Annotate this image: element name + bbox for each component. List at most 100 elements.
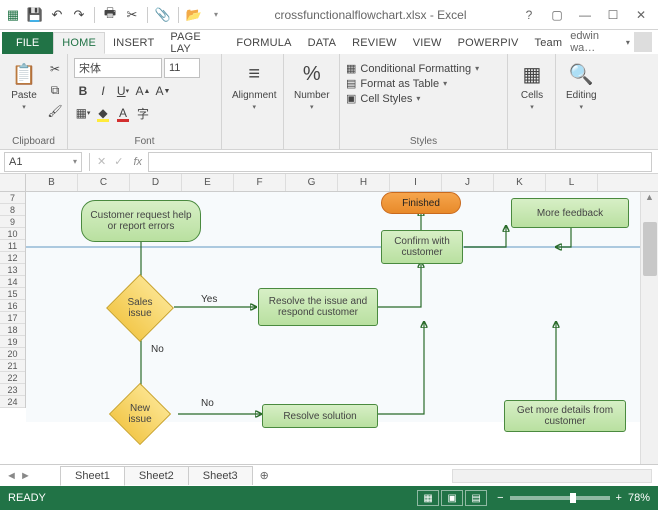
number-button[interactable]: %Number▾ <box>290 58 334 113</box>
tab-view[interactable]: VIEW <box>405 32 450 54</box>
tab-review[interactable]: REVIEW <box>344 32 405 54</box>
open-folder-icon[interactable]: 📂 <box>185 6 203 24</box>
row-header[interactable]: 18 <box>0 324 25 336</box>
shape-confirm[interactable]: Confirm with customer <box>381 230 463 264</box>
fill-color-button[interactable]: ◆ <box>94 104 112 122</box>
fx-icon[interactable]: fx <box>127 156 148 168</box>
font-size-select[interactable]: 11 <box>164 58 200 78</box>
page-break-view-button[interactable]: ▤ <box>465 490 487 506</box>
close-button[interactable]: ✕ <box>628 5 654 25</box>
format-painter-button[interactable]: 🖌 <box>46 102 64 120</box>
font-name-select[interactable]: 宋体 <box>74 58 162 78</box>
tab-team[interactable]: Team <box>527 32 571 54</box>
scrollbar-thumb[interactable] <box>643 222 657 276</box>
row-header[interactable]: 8 <box>0 204 25 216</box>
col-header[interactable]: J <box>442 174 494 191</box>
zoom-slider[interactable] <box>510 496 610 500</box>
row-header[interactable]: 22 <box>0 372 25 384</box>
row-header[interactable]: 19 <box>0 336 25 348</box>
conditional-formatting-button[interactable]: ▦Conditional Formatting▾ <box>346 62 479 75</box>
shape-resolve-respond[interactable]: Resolve the issue and respond customer <box>258 288 378 326</box>
sheet-tab-1[interactable]: Sheet1 <box>60 466 125 486</box>
qat-customize-icon[interactable]: ▾ <box>207 6 225 24</box>
paste-button[interactable]: 📋 Paste ▾ <box>6 58 42 113</box>
tab-file[interactable]: FILE <box>2 32 53 54</box>
decrease-font-button[interactable]: A▼ <box>154 82 172 100</box>
sheet-tab-2[interactable]: Sheet2 <box>124 466 189 485</box>
row-header[interactable]: 11 <box>0 240 25 252</box>
font-color-button[interactable]: A <box>114 104 132 122</box>
row-header[interactable]: 9 <box>0 216 25 228</box>
row-header[interactable]: 10 <box>0 228 25 240</box>
tab-insert[interactable]: INSERT <box>105 32 162 54</box>
phonetic-button[interactable]: 字 <box>134 104 152 122</box>
col-header[interactable]: H <box>338 174 390 191</box>
enter-formula-icon[interactable]: ✓ <box>110 155 127 168</box>
formula-input[interactable] <box>148 152 652 172</box>
italic-button[interactable]: I <box>94 82 112 100</box>
account-area[interactable]: edwin wa… ▾ <box>570 30 658 54</box>
shape-more-feedback[interactable]: More feedback <box>511 198 629 228</box>
row-header[interactable]: 20 <box>0 348 25 360</box>
attach-icon[interactable]: 📎 <box>154 6 172 24</box>
col-header[interactable]: F <box>234 174 286 191</box>
cells-button[interactable]: ▦Cells▾ <box>514 58 550 113</box>
row-header[interactable]: 15 <box>0 288 25 300</box>
borders-button[interactable]: ▦▾ <box>74 104 92 122</box>
cell-styles-button[interactable]: ▣Cell Styles▾ <box>346 92 479 105</box>
row-header[interactable]: 21 <box>0 360 25 372</box>
alignment-button[interactable]: ≡Alignment▾ <box>228 58 280 113</box>
increase-font-button[interactable]: A▲ <box>134 82 152 100</box>
help-icon[interactable]: ? <box>516 5 542 25</box>
maximize-button[interactable]: ☐ <box>600 5 626 25</box>
sheet-nav[interactable]: ◄ ► <box>6 470 31 482</box>
col-header[interactable]: K <box>494 174 546 191</box>
col-header[interactable]: B <box>26 174 78 191</box>
underline-button[interactable]: U▾ <box>114 82 132 100</box>
row-header[interactable]: 13 <box>0 264 25 276</box>
row-header[interactable]: 7 <box>0 192 25 204</box>
tab-powerpivot[interactable]: POWERPIV <box>450 32 527 54</box>
vertical-scrollbar[interactable]: ▲ <box>640 192 658 464</box>
row-header[interactable]: 17 <box>0 312 25 324</box>
col-header[interactable]: D <box>130 174 182 191</box>
cut-button[interactable]: ✂ <box>46 60 64 78</box>
tab-formula[interactable]: FORMULA <box>228 32 299 54</box>
save-icon[interactable]: 💾 <box>26 6 44 24</box>
row-header[interactable]: 12 <box>0 252 25 264</box>
worksheet-canvas[interactable]: Customer request help or report errors F… <box>26 192 640 464</box>
add-sheet-button[interactable]: ⊕ <box>252 466 277 485</box>
row-header[interactable]: 16 <box>0 300 25 312</box>
horizontal-scrollbar[interactable] <box>452 469 652 483</box>
page-layout-view-button[interactable]: ▣ <box>441 490 463 506</box>
shape-resolve-solution[interactable]: Resolve solution <box>262 404 378 428</box>
row-header[interactable]: 24 <box>0 396 25 408</box>
copy-button[interactable]: ⧉ <box>46 81 64 99</box>
row-header[interactable]: 14 <box>0 276 25 288</box>
col-header[interactable]: E <box>182 174 234 191</box>
zoom-out-button[interactable]: − <box>497 492 503 504</box>
minimize-button[interactable]: — <box>572 5 598 25</box>
shape-finished[interactable]: Finished <box>381 192 461 214</box>
bold-button[interactable]: B <box>74 82 92 100</box>
zoom-in-button[interactable]: + <box>616 492 622 504</box>
normal-view-button[interactable]: ▦ <box>417 490 439 506</box>
row-header[interactable]: 23 <box>0 384 25 396</box>
col-header[interactable]: G <box>286 174 338 191</box>
tab-data[interactable]: DATA <box>300 32 345 54</box>
sheet-tab-3[interactable]: Sheet3 <box>188 466 253 485</box>
format-as-table-button[interactable]: ▤Format as Table▾ <box>346 77 479 90</box>
col-header[interactable]: C <box>78 174 130 191</box>
ribbon-options-icon[interactable]: ▢ <box>544 5 570 25</box>
cut-icon[interactable]: ✂ <box>123 6 141 24</box>
name-box[interactable]: A1▾ <box>4 152 82 172</box>
cancel-formula-icon[interactable]: ✕ <box>93 155 110 168</box>
zoom-percent[interactable]: 78% <box>628 492 650 504</box>
tab-pagelayout[interactable]: PAGE LAY <box>162 32 228 54</box>
tab-home[interactable]: HOME <box>53 32 105 54</box>
undo-icon[interactable]: ↶ <box>48 6 66 24</box>
col-header[interactable]: I <box>390 174 442 191</box>
shape-get-details[interactable]: Get more details from customer <box>504 400 626 432</box>
select-all-corner[interactable] <box>0 174 26 191</box>
editing-button[interactable]: 🔍Editing▾ <box>562 58 601 113</box>
